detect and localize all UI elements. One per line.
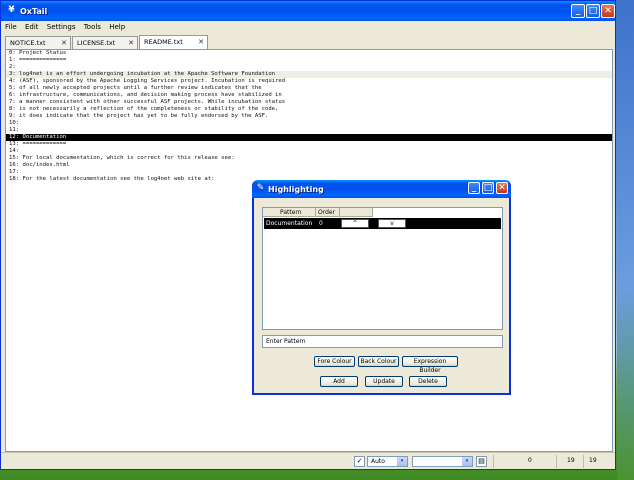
pattern-list[interactable]: Pattern Order Documentation 0 ^ v bbox=[262, 207, 503, 330]
column-divider bbox=[339, 208, 340, 217]
menu-settings[interactable]: Settings bbox=[47, 23, 76, 31]
dialog-title: Highlighting bbox=[268, 185, 324, 194]
menu-tools[interactable]: Tools bbox=[84, 23, 101, 31]
expression-builder-button[interactable]: Expression Builder bbox=[402, 356, 458, 374]
status-line-count: 19 bbox=[567, 457, 575, 464]
pattern-input[interactable]: Enter Pattern bbox=[262, 335, 503, 348]
auto-select[interactable]: Auto ▾ bbox=[367, 456, 408, 467]
back-colour-button[interactable]: Back Colour bbox=[358, 356, 399, 367]
dialog-maximize-button[interactable]: □ bbox=[482, 182, 494, 194]
dialog-minimize-button[interactable]: _ bbox=[468, 182, 480, 194]
close-button[interactable]: ✕ bbox=[601, 4, 615, 18]
fore-colour-button[interactable]: Fore Colour bbox=[314, 356, 355, 367]
row-pattern: Documentation bbox=[266, 220, 313, 227]
status-divider bbox=[556, 455, 557, 468]
maximize-button[interactable]: □ bbox=[586, 4, 600, 18]
filter-combo[interactable]: ▾ bbox=[412, 456, 473, 467]
table-row[interactable]: Documentation 0 ^ v bbox=[264, 218, 501, 229]
tab-close-icon[interactable]: ✕ bbox=[61, 37, 67, 49]
column-divider bbox=[315, 208, 316, 217]
log-line: 7: a manner consistent with other succes… bbox=[9, 99, 286, 105]
menu-bar: File Edit Settings Tools Help bbox=[5, 23, 131, 35]
chevron-down-icon: ▾ bbox=[397, 457, 407, 466]
log-line-highlighted: 12: Documentation bbox=[6, 134, 612, 141]
add-button[interactable]: Add bbox=[320, 376, 358, 387]
log-line: 6: infrastructure, communications, and d… bbox=[9, 92, 282, 98]
tab-label: LICENSE.txt bbox=[77, 39, 116, 47]
main-titlebar[interactable]: ¥ OxTail _ □ ✕ bbox=[1, 1, 615, 21]
pattern-list-header: Pattern Order bbox=[263, 208, 373, 217]
log-line: 2: bbox=[9, 64, 16, 70]
status-bar: ✓ Auto ▾ ▾ ▤ 0 19 19 bbox=[1, 452, 615, 469]
log-line: 17: bbox=[9, 169, 20, 175]
move-up-button[interactable]: ^ bbox=[341, 219, 369, 228]
move-down-button[interactable]: v bbox=[378, 219, 406, 228]
row-order: 0 bbox=[319, 220, 323, 227]
app-icon: ¥ bbox=[8, 5, 15, 15]
tab-readme[interactable]: README.txt ✕ bbox=[139, 35, 208, 49]
column-pattern[interactable]: Pattern bbox=[280, 208, 302, 217]
tab-license[interactable]: LICENSE.txt ✕ bbox=[72, 36, 138, 49]
log-line: 3: log4net is an effort undergoing incub… bbox=[6, 71, 612, 78]
window-title: OxTail bbox=[20, 7, 48, 16]
auto-select-value: Auto bbox=[371, 458, 385, 465]
dialog-app-icon: ✎ bbox=[256, 183, 265, 193]
log-line: 14: bbox=[9, 148, 20, 154]
update-button[interactable]: Update bbox=[365, 376, 403, 387]
desktop-background bbox=[617, 0, 634, 480]
tab-close-icon[interactable]: ✕ bbox=[128, 37, 134, 49]
log-line: 11: bbox=[9, 127, 20, 133]
dialog-close-button[interactable]: ✕ bbox=[496, 182, 508, 194]
menu-file[interactable]: File bbox=[5, 23, 17, 31]
status-position: 0 bbox=[528, 457, 532, 464]
log-line: 5: of all newly accepted projects until … bbox=[9, 85, 262, 91]
dialog-titlebar[interactable]: ✎ Highlighting _ □ ✕ bbox=[252, 180, 511, 198]
menu-help[interactable]: Help bbox=[109, 23, 125, 31]
log-line: 16: doc/index.html bbox=[9, 162, 70, 168]
tab-strip: NOTICE.txt ✕ LICENSE.txt ✕ README.txt ✕ bbox=[5, 35, 613, 49]
delete-button[interactable]: Delete bbox=[409, 376, 447, 387]
log-line: 1: ============== bbox=[9, 57, 67, 63]
filter-icon[interactable]: ▤ bbox=[476, 456, 487, 467]
minimize-button[interactable]: _ bbox=[571, 4, 585, 18]
tab-label: NOTICE.txt bbox=[10, 39, 46, 47]
tab-label: README.txt bbox=[144, 38, 183, 46]
chevron-down-icon: ▾ bbox=[462, 457, 472, 466]
log-line: 8: is not necessarily a reflection of th… bbox=[9, 106, 279, 112]
column-divider bbox=[372, 208, 373, 217]
menu-edit[interactable]: Edit bbox=[25, 23, 39, 31]
highlighting-dialog: ✎ Highlighting _ □ ✕ Pattern Order Docum… bbox=[252, 180, 511, 395]
status-total-count: 19 bbox=[589, 457, 597, 464]
log-line: 9: it does indicate that the project has… bbox=[9, 113, 269, 119]
log-line: 4: (ASF), sponsored by the Apache Loggin… bbox=[9, 78, 286, 84]
log-line: 10: bbox=[9, 120, 20, 126]
log-line: 0: Project Status bbox=[9, 50, 67, 56]
status-divider bbox=[493, 455, 494, 468]
log-line: 13: ============= bbox=[9, 141, 67, 147]
log-line: 15: For local documentation, which is co… bbox=[9, 155, 235, 161]
tab-notice[interactable]: NOTICE.txt ✕ bbox=[5, 36, 71, 49]
tab-close-icon[interactable]: ✕ bbox=[198, 36, 204, 48]
auto-checkbox[interactable]: ✓ bbox=[354, 456, 365, 467]
status-divider bbox=[583, 455, 584, 468]
column-order[interactable]: Order bbox=[318, 208, 335, 217]
